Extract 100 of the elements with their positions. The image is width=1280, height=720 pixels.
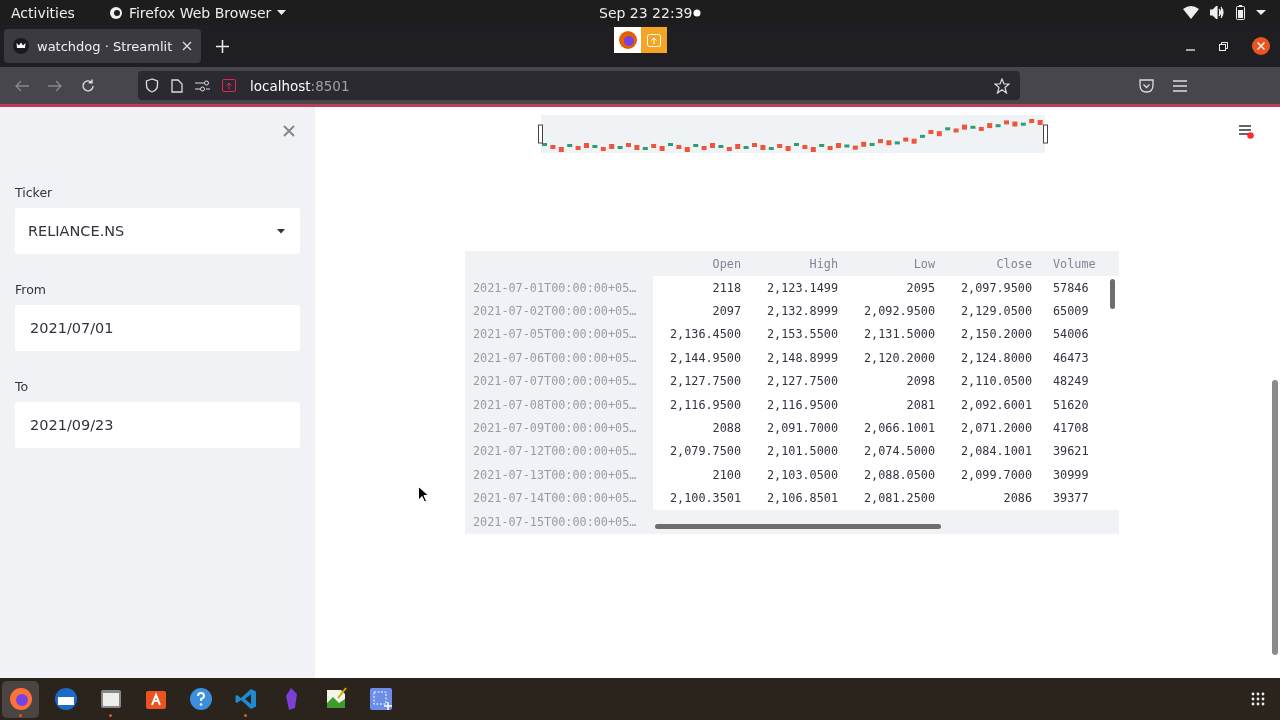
table-cell: 2,129.0500	[944, 299, 1041, 323]
table-cell: 2,144.9500	[653, 346, 750, 370]
table-cell: 2,106.8501	[750, 486, 847, 510]
field-label: Ticker	[15, 185, 54, 200]
folder-icon	[98, 687, 123, 711]
table-cell: 2,131.5000	[847, 322, 944, 347]
table-cell: 39377	[1041, 486, 1119, 510]
horizontal-scrollbar[interactable]	[655, 524, 941, 529]
field-label: To	[15, 379, 30, 394]
row-index-cell-text: 2021-07-07T00:00:00+05…	[472, 373, 638, 391]
table-cell: 2100	[653, 463, 750, 487]
table-cell: 2,074.5000	[847, 439, 944, 464]
app-menu[interactable]: Firefox Web Browser	[108, 4, 287, 21]
table-cell: 2,132.8999	[750, 299, 847, 323]
caret-icon[interactable]	[1256, 9, 1266, 16]
ticker-select[interactable]: RELIANCE.NS	[15, 208, 300, 254]
new-tab-icon[interactable]	[216, 39, 229, 53]
table-cell: 2,084.1001	[944, 439, 1041, 464]
table-cell: 2088	[653, 416, 750, 440]
help-icon	[188, 687, 213, 711]
table-cell: 2,091.7000	[750, 416, 847, 440]
row-index-cell-text: 2021-07-08T00:00:00+05…	[472, 396, 638, 414]
table-cell: 2,097.9500	[944, 276, 1041, 300]
table-cell: 2,101.5000	[750, 439, 847, 464]
row-index-cell-text: 2021-07-09T00:00:00+05…	[472, 420, 638, 438]
volume-icon[interactable]	[1210, 6, 1225, 19]
table-cell: 2,099.7000	[944, 463, 1041, 487]
mouse-cursor-icon	[418, 486, 429, 503]
table-cell: 2,092.9500	[847, 299, 944, 323]
screen-share-icon[interactable]	[222, 79, 236, 92]
table-cell: 2,066.1001	[847, 416, 944, 440]
table-cell: 2,136.4500	[653, 322, 750, 347]
table-cell: 2,127.7500	[750, 369, 847, 393]
table-cell: 2,148.8999	[750, 346, 847, 370]
caret-icon	[277, 228, 285, 234]
table-cell: 2,124.8000	[944, 346, 1041, 370]
browser-tab[interactable]: watchdog · Streamlit	[4, 29, 201, 63]
url-text[interactable]: localhost:8501	[250, 77, 350, 94]
table-cell: 2,116.9500	[653, 392, 750, 417]
vertical-scrollbar[interactable]	[1110, 279, 1115, 309]
app-grid-icon[interactable]	[1251, 692, 1265, 706]
shield-icon[interactable]	[145, 78, 159, 93]
data-table[interactable]	[465, 251, 1119, 534]
battery-icon[interactable]	[1236, 5, 1245, 20]
table-cell: 39621	[1041, 439, 1119, 464]
field-label: From	[15, 282, 47, 297]
mail-icon	[53, 687, 78, 711]
table-cell: 2,103.0500	[750, 463, 847, 487]
date-input-field[interactable]: 2021/09/23	[15, 402, 300, 448]
menu-icon[interactable]	[1238, 123, 1254, 139]
table-cell: 57846	[1041, 276, 1119, 300]
date-input-field[interactable]: 2021/07/01	[15, 305, 300, 351]
table-cell: 48249	[1041, 369, 1119, 393]
back-icon[interactable]	[15, 79, 29, 92]
browser-logo-icon	[8, 687, 33, 711]
row-index-cell-text: 2021-07-05T00:00:00+05…	[472, 326, 638, 344]
reload-icon[interactable]	[81, 78, 95, 93]
table-cell: 2097	[653, 299, 750, 323]
table-cell: 2,150.2000	[944, 322, 1041, 347]
table-cell: 2,100.3501	[653, 486, 750, 510]
table-cell: 2,153.5500	[750, 322, 847, 347]
table-cell: 2098	[847, 369, 944, 393]
table-cell: 30999	[1041, 463, 1119, 487]
table-cell: 65009	[1041, 299, 1119, 323]
activities-button[interactable]: Activities	[11, 4, 75, 21]
notification-dot-icon	[693, 8, 701, 17]
table-cell: 2118	[653, 276, 750, 300]
row-index-cell-text: 2021-07-12T00:00:00+05…	[472, 443, 638, 461]
table-cell: 54006	[1041, 322, 1119, 347]
table-cell: 2081	[847, 392, 944, 417]
code-editor-icon	[233, 687, 258, 711]
range-slider-chart-drawing[interactable]	[538, 115, 1048, 155]
page-scrollbar[interactable]	[1272, 380, 1278, 655]
wifi-icon[interactable]	[1183, 6, 1199, 19]
table-cell: 2,116.9500	[750, 392, 847, 417]
table-cell: 2095	[847, 276, 944, 300]
restore-icon[interactable]	[1219, 41, 1228, 51]
table-cell: 2,110.0500	[944, 369, 1041, 393]
table-cell: 46473	[1041, 346, 1119, 370]
close-window-icon[interactable]	[1252, 37, 1270, 55]
table-cell: 2,092.6001	[944, 392, 1041, 417]
table-cell: 2,071.2000	[944, 416, 1041, 440]
pocket-icon[interactable]	[1139, 78, 1154, 93]
caret-icon	[277, 9, 287, 16]
table-cell: 2,120.2000	[847, 346, 944, 370]
permissions-icon[interactable]	[195, 79, 210, 92]
menu-icon[interactable]	[1173, 79, 1187, 92]
forward-icon[interactable]	[48, 79, 62, 92]
bookmark-star-icon[interactable]	[994, 77, 1010, 94]
row-index-cell-text: 2021-07-06T00:00:00+05…	[472, 349, 638, 367]
screenshot-icon	[368, 687, 393, 711]
address-bar[interactable]: localhost:8501	[138, 71, 1020, 100]
row-index-cell-text: 2021-07-15T00:00:00+05…	[472, 513, 638, 531]
table-cell: 2,079.7500	[653, 439, 750, 464]
table-cell: 2,081.2500	[847, 486, 944, 510]
notification-badges-drawing	[614, 27, 667, 53]
table-cell: 2,127.7500	[653, 369, 750, 393]
row-index-cell-text: 2021-07-02T00:00:00+05…	[472, 303, 638, 321]
clock[interactable]: Sep 23 22:39	[599, 4, 693, 21]
page-icon[interactable]	[171, 78, 183, 93]
